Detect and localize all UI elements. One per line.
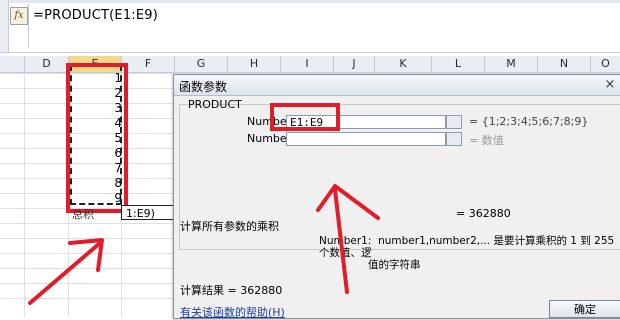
arrow-right-shaft: [333, 188, 349, 294]
annotation-arrows: [28, 184, 380, 305]
arrow-right-head: [316, 184, 380, 220]
arrow-left-shaft: [28, 241, 102, 305]
